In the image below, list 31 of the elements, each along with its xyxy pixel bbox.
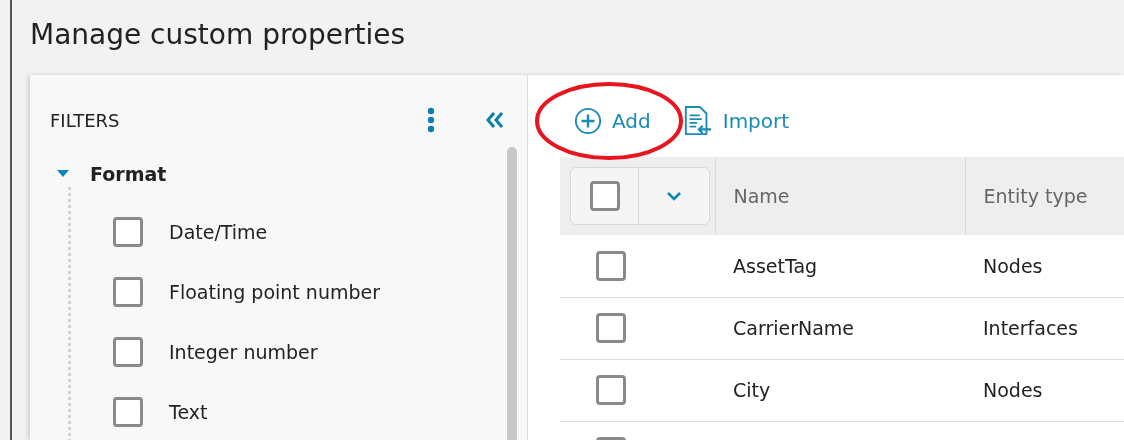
filter-label: Integer number bbox=[169, 339, 318, 365]
select-all-control[interactable] bbox=[570, 167, 710, 225]
table-cell: Nodes bbox=[965, 359, 1124, 421]
table-cell: Interfaces bbox=[965, 297, 1124, 359]
checkbox[interactable] bbox=[596, 313, 626, 343]
more-options-icon[interactable] bbox=[427, 107, 435, 133]
table-cell: CarrierName bbox=[715, 297, 965, 359]
checkbox[interactable] bbox=[113, 217, 143, 247]
group-label[interactable]: Format bbox=[90, 159, 167, 189]
filters-title: FILTERS bbox=[50, 108, 121, 133]
checkbox[interactable] bbox=[589, 181, 620, 211]
table-cell: Nodes bbox=[965, 235, 1124, 297]
checkbox[interactable] bbox=[113, 397, 143, 427]
filter-label: Date/Time bbox=[169, 219, 268, 245]
scrollbar[interactable] bbox=[507, 147, 517, 440]
document-arrow-icon bbox=[682, 106, 713, 136]
column-header[interactable]: Entity type bbox=[965, 157, 1124, 235]
table-cell: City bbox=[715, 359, 965, 421]
checkbox[interactable] bbox=[596, 375, 626, 405]
filter-label: Floating point number bbox=[169, 279, 380, 305]
chevron-down-icon bbox=[667, 191, 681, 201]
collapse-icon[interactable] bbox=[485, 111, 505, 129]
table-cell: AssetTag bbox=[715, 235, 965, 297]
checkbox[interactable] bbox=[113, 337, 143, 367]
import-button[interactable]: Import bbox=[678, 106, 794, 136]
checkbox[interactable] bbox=[113, 277, 143, 307]
checkbox[interactable] bbox=[596, 250, 626, 281]
add-icon bbox=[574, 107, 602, 135]
filter-label: Text bbox=[169, 399, 208, 425]
page-title: Manage custom properties bbox=[29, 17, 407, 53]
column-header[interactable]: Name bbox=[715, 157, 965, 235]
